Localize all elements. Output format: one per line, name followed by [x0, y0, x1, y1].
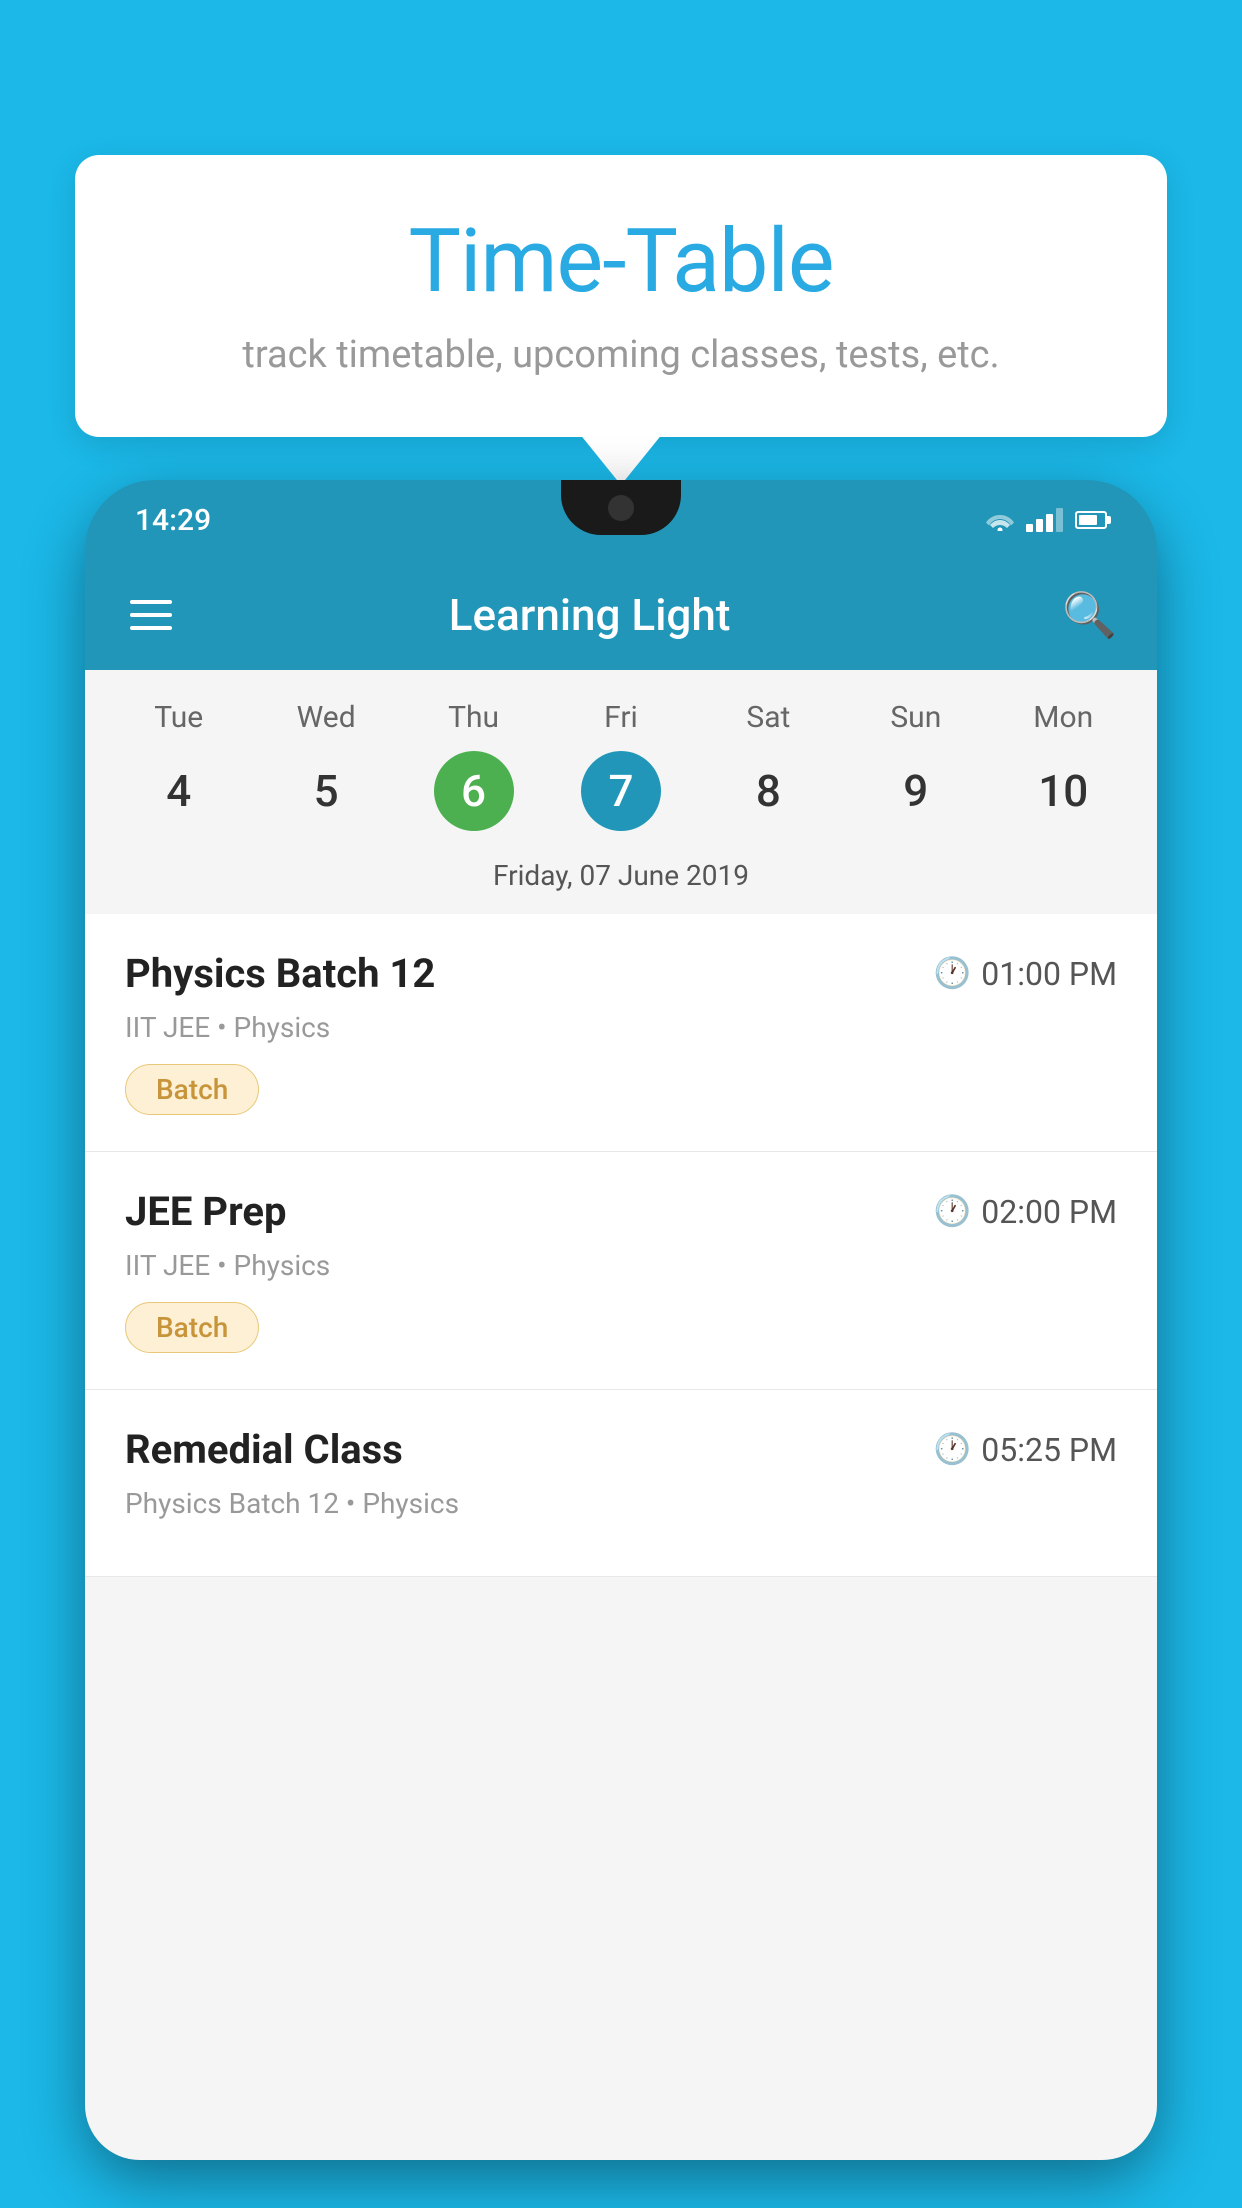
event-time-value: 05:25 PM — [981, 1431, 1117, 1469]
clock-icon: 🕐 — [934, 956, 971, 991]
menu-line — [130, 613, 172, 617]
day-number: 4 — [139, 751, 219, 831]
day-col[interactable]: Sun 9 — [851, 700, 981, 831]
menu-button[interactable] — [125, 595, 177, 635]
day-number: 5 — [286, 751, 366, 831]
day-number: 6 — [434, 751, 514, 831]
day-col[interactable]: Thu 6 — [409, 700, 539, 831]
app-title: Learning Light — [207, 589, 1032, 641]
day-number: 10 — [1023, 751, 1103, 831]
status-bar: 14:29 — [85, 480, 1157, 560]
phone-container: 14:29 — [85, 480, 1157, 2208]
day-number: 7 — [581, 751, 661, 831]
day-name: Fri — [604, 700, 638, 735]
days-row: Tue 4 Wed 5 Thu 6 Fri 7 Sat 8 Sun 9 Mon 10 — [85, 690, 1157, 841]
day-name: Tue — [154, 700, 203, 735]
day-col[interactable]: Wed 5 — [261, 700, 391, 831]
battery-icon — [1075, 511, 1107, 529]
bubble-title: Time-Table — [135, 210, 1107, 313]
menu-line — [130, 626, 172, 630]
event-subtitle: Physics Batch 12 • Physics — [125, 1487, 1117, 1520]
clock-icon: 🕐 — [934, 1432, 971, 1467]
search-icon[interactable]: 🔍 — [1062, 589, 1117, 641]
event-title: Remedial Class — [125, 1426, 403, 1473]
bubble-subtitle: track timetable, upcoming classes, tests… — [135, 333, 1107, 377]
status-icons — [986, 508, 1107, 532]
event-title: JEE Prep — [125, 1188, 286, 1235]
day-col[interactable]: Mon 10 — [998, 700, 1128, 831]
app-toolbar: Learning Light 🔍 — [85, 560, 1157, 670]
day-number: 8 — [728, 751, 808, 831]
day-number: 9 — [876, 751, 956, 831]
signal-icon — [1026, 508, 1063, 532]
day-name: Wed — [297, 700, 356, 735]
event-time-value: 01:00 PM — [981, 955, 1117, 993]
phone-screen: Tue 4 Wed 5 Thu 6 Fri 7 Sat 8 Sun 9 Mon 10 Friday, 07… — [85, 670, 1157, 2160]
event-time-value: 02:00 PM — [981, 1193, 1117, 1231]
batch-badge: Batch — [125, 1302, 259, 1353]
event-card[interactable]: JEE Prep 🕐 02:00 PM IIT JEE • Physics Batch — [85, 1152, 1157, 1390]
event-card[interactable]: Remedial Class 🕐 05:25 PM Physics Batch 12 … — [85, 1390, 1157, 1577]
speech-bubble: Time-Table track timetable, upcoming cla… — [75, 155, 1167, 437]
phone-frame: 14:29 — [85, 480, 1157, 2160]
batch-badge: Batch — [125, 1064, 259, 1115]
day-col[interactable]: Tue 4 — [114, 700, 244, 831]
phone-notch — [561, 480, 681, 535]
event-title: Physics Batch 12 — [125, 950, 435, 997]
day-name: Sun — [890, 700, 941, 735]
event-subtitle: IIT JEE • Physics — [125, 1249, 1117, 1282]
day-col[interactable]: Fri 7 — [556, 700, 686, 831]
menu-line — [130, 600, 172, 604]
event-card[interactable]: Physics Batch 12 🕐 01:00 PM IIT JEE • Physi… — [85, 914, 1157, 1152]
day-name: Mon — [1033, 700, 1093, 735]
event-subtitle: IIT JEE • Physics — [125, 1011, 1117, 1044]
camera — [608, 495, 634, 521]
status-time: 14:29 — [135, 503, 211, 538]
event-list: Physics Batch 12 🕐 01:00 PM IIT JEE • Physi… — [85, 914, 1157, 1577]
day-name: Thu — [448, 700, 499, 735]
selected-date: Friday, 07 June 2019 — [85, 841, 1157, 914]
clock-icon: 🕐 — [934, 1194, 971, 1229]
day-name: Sat — [746, 700, 790, 735]
wifi-icon — [986, 509, 1014, 531]
day-col[interactable]: Sat 8 — [703, 700, 833, 831]
calendar-strip: Tue 4 Wed 5 Thu 6 Fri 7 Sat 8 Sun 9 Mon 10 Friday, 07… — [85, 670, 1157, 914]
